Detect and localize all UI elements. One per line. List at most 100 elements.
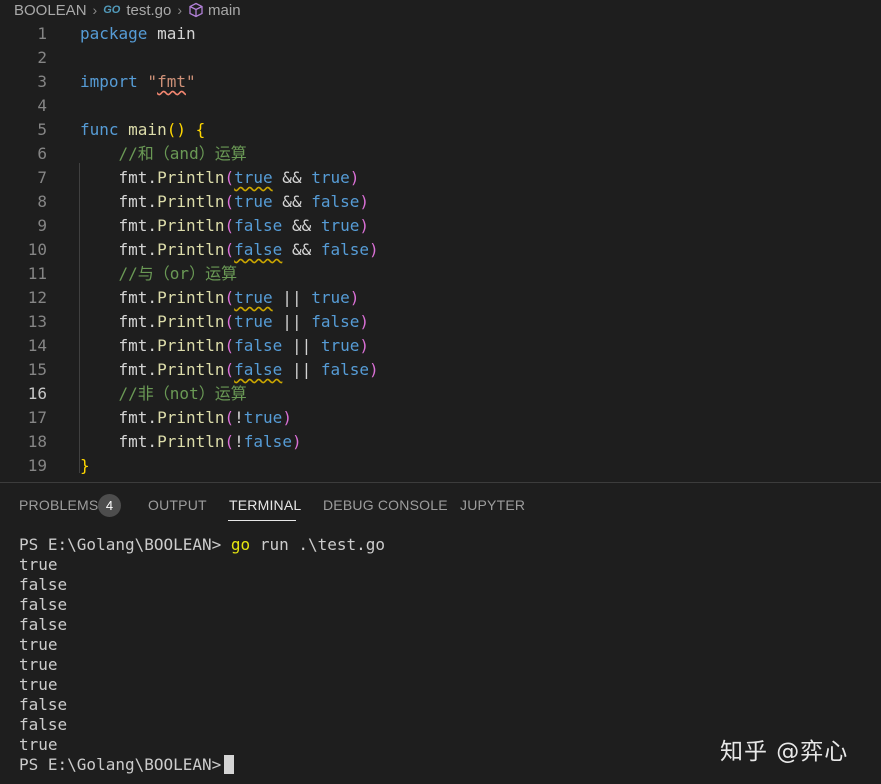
string-quote: " (185, 72, 196, 91)
terminal-output-line: true (19, 655, 58, 674)
tab-problems[interactable]: PROBLEMS (19, 497, 98, 513)
operator: || (282, 360, 321, 379)
bool-literal: true (320, 336, 360, 355)
terminal-prompt: PS E:\Golang\BOOLEAN> (19, 755, 222, 774)
bool-literal: false (234, 216, 283, 235)
chevron-right-icon: › (92, 2, 98, 18)
bool-literal: false (234, 240, 283, 259)
bool-literal: false (234, 360, 283, 379)
tab-jupyter[interactable]: JUPYTER (460, 497, 525, 513)
operator: && (272, 192, 312, 211)
code-line[interactable]: 4 (0, 94, 881, 118)
line-number: 9 (37, 216, 47, 235)
code-line[interactable]: 16 //非（not）运算 (0, 382, 881, 406)
code-editor[interactable]: 1 package main 2 3 import "fmt" 4 5 func… (0, 22, 881, 482)
line-number: 3 (37, 72, 47, 91)
code-line[interactable]: 5 func main() { (0, 118, 881, 142)
package-name: fmt. (118, 168, 158, 187)
line-number: 5 (37, 120, 47, 139)
code-line[interactable]: 3 import "fmt" (0, 70, 881, 94)
keyword: package (80, 24, 148, 43)
terminal-output-line: true (19, 555, 58, 574)
bool-literal: false (243, 432, 292, 451)
comment: //非（not）运算 (118, 384, 247, 403)
line-number: 1 (37, 24, 47, 43)
paren-open: ( (224, 408, 235, 427)
code-line[interactable]: 13 fmt.Println(true || false) (0, 310, 881, 334)
function-call: Println (157, 312, 225, 331)
breadcrumb-file[interactable]: test.go (126, 2, 171, 19)
function-name: main (118, 120, 167, 139)
code-line[interactable]: 6 //和（and）运算 (0, 142, 881, 166)
go-file-icon: GO (103, 4, 121, 16)
paren-open: ( (224, 216, 235, 235)
keyword: func (80, 120, 119, 139)
bool-literal: true (234, 288, 273, 307)
operator: || (272, 312, 312, 331)
code-line[interactable]: 9 fmt.Println(false && true) (0, 214, 881, 238)
paren-close: ) (359, 336, 370, 355)
function-call: Println (157, 432, 225, 451)
bool-literal: false (320, 360, 370, 379)
code-line[interactable]: 10 fmt.Println(false && false) (0, 238, 881, 262)
tab-output[interactable]: OUTPUT (148, 497, 207, 513)
problems-count-badge: 4 (98, 494, 121, 517)
keyword: import (80, 72, 138, 91)
line-number: 14 (27, 336, 47, 355)
breadcrumb-folder[interactable]: BOOLEAN (14, 2, 87, 19)
code-line[interactable]: 8 fmt.Println(true && false) (0, 190, 881, 214)
code-line[interactable]: 12 fmt.Println(true || true) (0, 286, 881, 310)
code-line[interactable]: 15 fmt.Println(false || false) (0, 358, 881, 382)
bool-literal: true (311, 168, 350, 187)
code-line[interactable]: 7 fmt.Println(true && true) (0, 166, 881, 190)
terminal-command-args: run .\test.go (250, 535, 386, 554)
comment: //与（or）运算 (118, 264, 238, 283)
active-tab-indicator (228, 520, 296, 521)
paren-open: ( (224, 192, 235, 211)
tab-debug-console[interactable]: DEBUG CONSOLE (323, 497, 448, 513)
paren-close: ) (369, 240, 379, 259)
function-call: Println (157, 192, 225, 211)
code-line[interactable]: 18 fmt.Println(!false) (0, 430, 881, 454)
bool-literal: false (311, 192, 360, 211)
code-line[interactable]: 14 fmt.Println(false || true) (0, 334, 881, 358)
line-number: 16 (27, 384, 47, 403)
code-line[interactable]: 19 } (0, 454, 881, 478)
tab-terminal[interactable]: TERMINAL (229, 497, 301, 513)
code-line[interactable]: 2 (0, 46, 881, 70)
code-line[interactable]: 1 package main (0, 22, 881, 46)
string-quote: " (137, 72, 158, 91)
package-name: fmt. (118, 288, 158, 307)
code-line[interactable]: 11 //与（or）运算 (0, 262, 881, 286)
bool-literal: false (311, 312, 360, 331)
package-name: fmt. (118, 408, 158, 427)
breadcrumb-symbol[interactable]: main (208, 2, 241, 19)
line-number: 4 (37, 96, 47, 115)
line-number: 18 (27, 432, 47, 451)
terminal-output-line: false (19, 695, 68, 714)
paren-close: ) (291, 432, 302, 451)
line-number: 6 (37, 144, 47, 163)
code-line[interactable]: 17 fmt.Println(!true) (0, 406, 881, 430)
package-name: fmt. (118, 432, 158, 451)
terminal-command-go: go (230, 535, 251, 554)
terminal-output-line: true (19, 635, 58, 654)
package-name: fmt. (118, 312, 158, 331)
paren-open: ( (224, 432, 235, 451)
operator: || (272, 288, 312, 307)
operator: ! (234, 408, 244, 427)
watermark: 知乎 @弈心 (720, 739, 849, 765)
breadcrumb: BOOLEAN › GO test.go › main (0, 0, 881, 20)
operator: || (282, 336, 321, 355)
function-call: Println (157, 240, 225, 259)
bool-literal: false (234, 336, 283, 355)
chevron-right-icon: › (177, 2, 183, 18)
function-call: Println (157, 216, 225, 235)
line-number: 10 (27, 240, 47, 259)
